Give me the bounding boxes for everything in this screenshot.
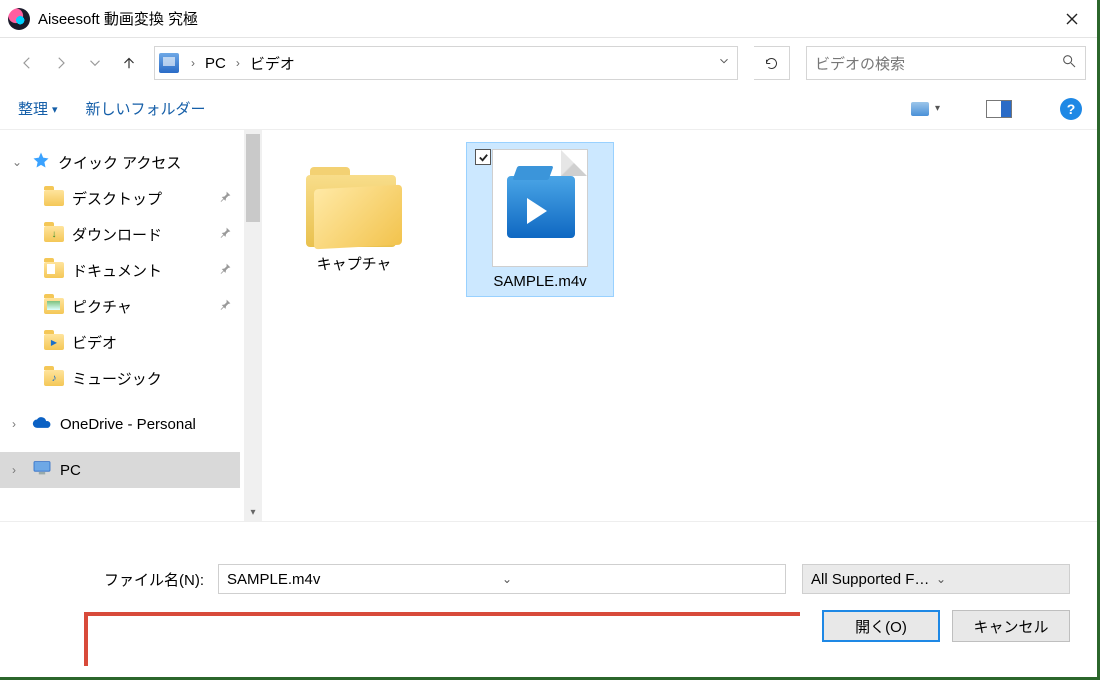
search-icon (1061, 53, 1077, 73)
file-tile-folder[interactable]: キャプチャ (280, 142, 428, 281)
scrollbar[interactable]: ▴ ▾ (244, 130, 262, 521)
app-icon (8, 8, 30, 30)
folder-pictures-icon (44, 298, 64, 314)
folder-music-icon (44, 370, 64, 386)
file-pane[interactable]: キャプチャ SAMPLE.m4v (262, 130, 1100, 521)
video-file-icon (492, 149, 588, 267)
star-icon (32, 151, 50, 173)
sidebar-onedrive[interactable]: › OneDrive - Personal (0, 406, 240, 442)
pin-icon (219, 226, 232, 243)
breadcrumb-folder[interactable]: ビデオ (246, 51, 299, 76)
forward-icon (48, 50, 74, 76)
sidebar-item-label: ダウンロード (72, 224, 162, 245)
organize-button[interactable]: 整理▾ (18, 98, 58, 119)
sidebar-item-pictures[interactable]: ピクチャ (0, 288, 240, 324)
sidebar-item-label: ピクチャ (72, 296, 132, 317)
search-placeholder: ビデオの検索 (815, 53, 1061, 74)
view-mode-button[interactable]: ▾ (911, 102, 940, 116)
sidebar-label: OneDrive - Personal (60, 416, 196, 433)
chevron-right-icon[interactable]: › (12, 463, 24, 477)
sidebar-item-music[interactable]: ミュージック (0, 360, 240, 396)
sidebar-quick-access[interactable]: ⌄ クイック アクセス (0, 144, 240, 180)
checkbox-icon[interactable] (475, 149, 491, 165)
sidebar-label: クイック アクセス (58, 152, 181, 173)
back-icon[interactable] (14, 50, 40, 76)
breadcrumb[interactable]: › PC › ビデオ (154, 46, 738, 80)
filename-value: SAMPLE.m4v (227, 571, 502, 588)
titlebar: Aiseesoft 動画変換 究極 (0, 0, 1100, 38)
folder-videos-icon (44, 334, 64, 350)
cancel-button[interactable]: キャンセル (952, 610, 1070, 642)
close-icon[interactable] (1050, 4, 1094, 34)
sidebar-pc[interactable]: › PC (0, 452, 240, 488)
folder-icon (306, 167, 402, 247)
chevron-right-icon[interactable]: › (12, 417, 24, 431)
filename-input[interactable]: SAMPLE.m4v ⌄ (218, 564, 786, 594)
folder-downloads-icon (44, 226, 64, 242)
cloud-icon (32, 415, 52, 433)
help-icon[interactable]: ? (1060, 98, 1082, 120)
toolbar: 整理▾ 新しいフォルダー ▾ ? (0, 88, 1100, 130)
content-split: ⌄ クイック アクセス デスクトップ ダウンロード ドキュメント (0, 130, 1100, 522)
chevron-down-icon[interactable]: ⌄ (936, 572, 1061, 586)
preview-pane-button[interactable] (986, 100, 1012, 118)
recent-dropdown-icon[interactable] (82, 50, 108, 76)
scroll-down-icon[interactable]: ▾ (244, 503, 262, 521)
filter-value: All Supported Formats (*.ts;*.mts (811, 571, 936, 588)
folder-documents-icon (44, 262, 64, 278)
file-tile-video[interactable]: SAMPLE.m4v (466, 142, 614, 297)
pc-icon (159, 53, 179, 73)
sidebar-item-label: ミュージック (72, 368, 162, 389)
sidebar: ⌄ クイック アクセス デスクトップ ダウンロード ドキュメント (0, 130, 262, 521)
sidebar-item-documents[interactable]: ドキュメント (0, 252, 240, 288)
breadcrumb-pc[interactable]: PC (201, 53, 230, 74)
sidebar-item-label: ドキュメント (72, 260, 162, 281)
sidebar-item-videos[interactable]: ビデオ (0, 324, 240, 360)
footer: ファイル名(N): SAMPLE.m4v ⌄ All Supported For… (0, 522, 1100, 642)
sidebar-label: PC (60, 462, 81, 479)
chevron-down-icon[interactable]: ⌄ (12, 155, 24, 169)
sidebar-item-label: ビデオ (72, 332, 117, 353)
pin-icon (219, 298, 232, 315)
up-icon[interactable] (116, 50, 142, 76)
file-label: キャプチャ (317, 253, 392, 274)
new-folder-button[interactable]: 新しいフォルダー (86, 98, 206, 119)
pin-icon (219, 190, 232, 207)
sidebar-item-desktop[interactable]: デスクトップ (0, 180, 240, 216)
thumbnail-icon (911, 102, 929, 116)
chevron-right-icon: › (191, 56, 195, 70)
scrollbar-thumb[interactable] (246, 134, 260, 222)
chevron-down-icon[interactable]: ⌄ (502, 572, 777, 586)
chevron-right-icon: › (236, 56, 240, 70)
folder-icon (44, 190, 64, 206)
pin-icon (219, 262, 232, 279)
filename-label: ファイル名(N): (30, 569, 210, 590)
filter-select[interactable]: All Supported Formats (*.ts;*.mts ⌄ (802, 564, 1070, 594)
pc-icon (32, 460, 52, 480)
sidebar-item-label: デスクトップ (72, 188, 162, 209)
open-button[interactable]: 開く(O) (822, 610, 940, 642)
search-input[interactable]: ビデオの検索 (806, 46, 1086, 80)
file-label: SAMPLE.m4v (493, 273, 586, 290)
sidebar-item-downloads[interactable]: ダウンロード (0, 216, 240, 252)
navbar: › PC › ビデオ ビデオの検索 (0, 38, 1100, 88)
refresh-icon[interactable] (754, 46, 790, 80)
window-title: Aiseesoft 動画変換 究極 (38, 8, 198, 29)
chevron-down-icon[interactable] (717, 54, 731, 72)
